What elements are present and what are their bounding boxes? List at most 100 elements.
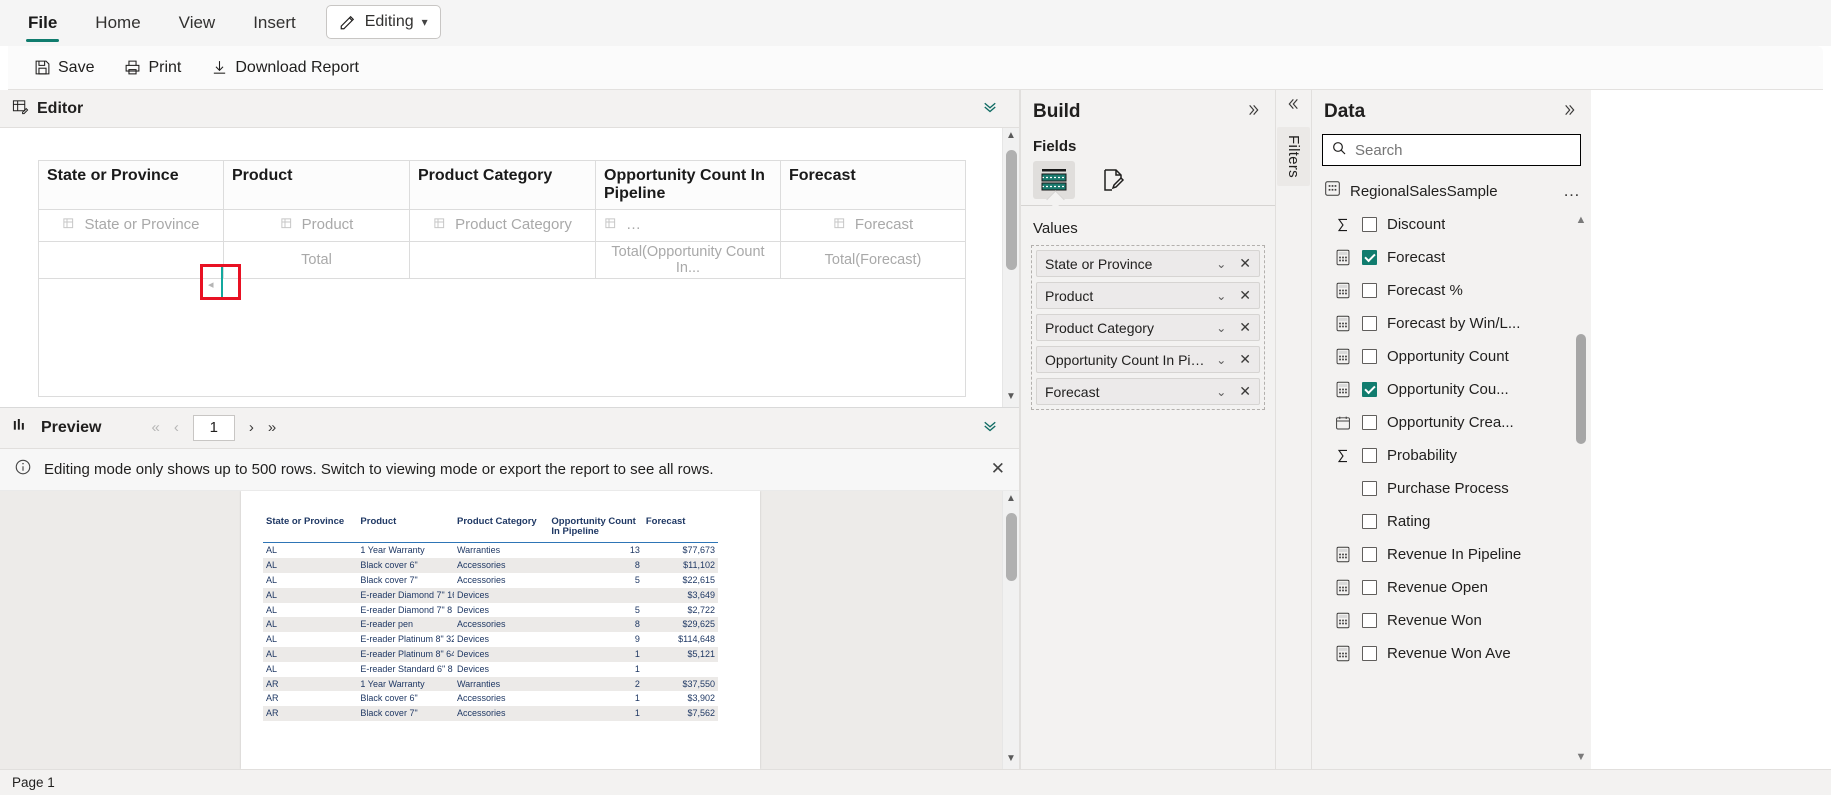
search-box[interactable] bbox=[1322, 134, 1581, 166]
data-vertical-scrollbar[interactable]: ▲ ▼ bbox=[1575, 214, 1587, 763]
print-button[interactable]: Print bbox=[120, 55, 185, 81]
data-field-item[interactable]: Forecast bbox=[1334, 241, 1591, 274]
design-field-cell[interactable]: … bbox=[595, 209, 781, 242]
design-field-cell[interactable]: Product bbox=[223, 209, 410, 242]
data-field-item[interactable]: Forecast % bbox=[1334, 274, 1591, 307]
data-field-item[interactable]: Opportunity Cou... bbox=[1334, 373, 1591, 406]
design-header-cell[interactable]: Product bbox=[223, 160, 410, 210]
data-field-item[interactable]: Opportunity Crea... bbox=[1334, 406, 1591, 439]
remove-field-icon[interactable]: ✕ bbox=[1235, 287, 1255, 304]
build-value-chip[interactable]: State or Province ⌄ ✕ bbox=[1036, 250, 1260, 277]
ribbon-tab-file[interactable]: File bbox=[10, 0, 75, 46]
filters-rail-label[interactable]: Filters bbox=[1277, 127, 1310, 186]
preview-scroll-thumb[interactable] bbox=[1006, 512, 1017, 581]
editor-collapse-icon[interactable] bbox=[979, 98, 1007, 120]
filters-rail[interactable]: Filters bbox=[1275, 90, 1311, 769]
build-value-chip[interactable]: Product Category ⌄ ✕ bbox=[1036, 314, 1260, 341]
data-field-item[interactable]: Rating bbox=[1334, 505, 1591, 538]
design-header-cell[interactable]: State or Province bbox=[38, 160, 224, 210]
design-total-cell[interactable]: Total(Opportunity Count In... bbox=[595, 241, 781, 279]
close-icon[interactable]: ✕ bbox=[991, 459, 1005, 479]
field-checkbox[interactable] bbox=[1362, 283, 1377, 298]
field-checkbox[interactable] bbox=[1362, 481, 1377, 496]
format-paint-icon[interactable] bbox=[1093, 161, 1135, 199]
build-value-chip[interactable]: Forecast ⌄ ✕ bbox=[1036, 378, 1260, 405]
design-total-cell[interactable] bbox=[409, 241, 596, 279]
scroll-up-icon[interactable]: ▲ bbox=[1575, 214, 1587, 226]
editor-scroll-thumb[interactable] bbox=[1006, 150, 1017, 270]
design-field-cell[interactable]: State or Province bbox=[38, 209, 224, 242]
search-input[interactable] bbox=[1355, 141, 1572, 159]
data-scroll-thumb[interactable] bbox=[1576, 334, 1586, 444]
dataset-row[interactable]: RegionalSalesSample … bbox=[1312, 176, 1591, 208]
design-field-cell[interactable]: Forecast bbox=[780, 209, 966, 242]
field-checkbox[interactable] bbox=[1362, 613, 1377, 628]
build-value-chip[interactable]: Product ⌄ ✕ bbox=[1036, 282, 1260, 309]
field-checkbox[interactable] bbox=[1362, 217, 1377, 232]
build-values-well[interactable]: State or Province ⌄ ✕ Product ⌄ ✕ Product Cate… bbox=[1031, 245, 1265, 410]
chevron-down-icon[interactable]: ⌄ bbox=[1211, 353, 1231, 367]
design-header-cell[interactable]: Product Category bbox=[409, 160, 596, 210]
editor-vertical-scrollbar[interactable]: ▲ ▼ bbox=[1002, 128, 1019, 407]
field-checkbox[interactable] bbox=[1362, 646, 1377, 661]
field-checkbox[interactable] bbox=[1362, 415, 1377, 430]
preview-collapse-icon[interactable] bbox=[979, 417, 1007, 439]
download-report-button[interactable]: Download Report bbox=[207, 55, 363, 81]
remove-field-icon[interactable]: ✕ bbox=[1235, 351, 1255, 368]
data-field-item[interactable]: Opportunity Count bbox=[1334, 340, 1591, 373]
design-header-cell[interactable]: Forecast bbox=[780, 160, 966, 210]
design-field-cell[interactable]: Product Category bbox=[409, 209, 596, 242]
data-field-item[interactable]: Revenue Won bbox=[1334, 604, 1591, 637]
chevron-down-icon[interactable]: ⌄ bbox=[1211, 321, 1231, 335]
ribbon-tab-home[interactable]: Home bbox=[77, 0, 158, 46]
design-total-cell[interactable]: Total(Forecast) bbox=[780, 241, 966, 279]
field-checkbox[interactable] bbox=[1362, 250, 1377, 265]
field-checkbox[interactable] bbox=[1362, 514, 1377, 529]
remove-field-icon[interactable]: ✕ bbox=[1235, 319, 1255, 336]
data-field-item[interactable]: Revenue Open bbox=[1334, 571, 1591, 604]
dataset-menu-icon[interactable]: … bbox=[1563, 181, 1581, 201]
design-total-cell[interactable] bbox=[38, 241, 224, 279]
design-table[interactable]: State or Province Product Product Catego… bbox=[38, 160, 966, 397]
remove-field-icon[interactable]: ✕ bbox=[1235, 383, 1255, 400]
remove-field-icon[interactable]: ✕ bbox=[1235, 255, 1255, 272]
preview-page-surface[interactable]: State or Province Product Product Catego… bbox=[241, 490, 760, 769]
data-field-list[interactable]: ▲ ▼ Discount Forecast Forecast % Forecast b… bbox=[1312, 208, 1591, 769]
data-expand-icon[interactable] bbox=[1559, 102, 1579, 123]
data-field-item[interactable]: Revenue In Pipeline bbox=[1334, 538, 1591, 571]
scroll-down-icon[interactable]: ▼ bbox=[1006, 753, 1016, 765]
design-total-cell[interactable]: Total bbox=[223, 241, 410, 279]
chevron-down-icon[interactable]: ⌄ bbox=[1211, 257, 1231, 271]
build-value-chip[interactable]: Opportunity Count In Pipeline ⌄ ✕ bbox=[1036, 346, 1260, 373]
data-field-item[interactable]: Forecast by Win/L... bbox=[1334, 307, 1591, 340]
next-page-button[interactable]: › bbox=[249, 419, 254, 436]
last-page-button[interactable]: » bbox=[268, 419, 276, 436]
scroll-down-icon[interactable]: ▼ bbox=[1575, 751, 1587, 763]
field-checkbox[interactable] bbox=[1362, 349, 1377, 364]
ribbon-tab-insert[interactable]: Insert bbox=[235, 0, 314, 46]
scroll-down-icon[interactable]: ▼ bbox=[1006, 391, 1016, 403]
design-empty-cell[interactable] bbox=[38, 278, 966, 397]
save-button[interactable]: Save bbox=[30, 55, 98, 81]
field-checkbox[interactable] bbox=[1362, 448, 1377, 463]
filters-collapse-icon[interactable] bbox=[1284, 96, 1304, 117]
prev-page-button[interactable]: ‹ bbox=[174, 419, 179, 436]
data-field-item[interactable]: Purchase Process bbox=[1334, 472, 1591, 505]
data-field-item[interactable]: Probability bbox=[1334, 439, 1591, 472]
ribbon-tab-view[interactable]: View bbox=[161, 0, 234, 46]
preview-vertical-scrollbar[interactable]: ▲ ▼ bbox=[1002, 490, 1019, 769]
scroll-up-icon[interactable]: ▲ bbox=[1006, 493, 1016, 505]
editing-mode-button[interactable]: Editing ▾ bbox=[325, 5, 441, 39]
first-page-button[interactable]: « bbox=[151, 419, 159, 436]
field-checkbox[interactable] bbox=[1362, 580, 1377, 595]
page-number-input[interactable] bbox=[192, 414, 235, 441]
build-expand-icon[interactable] bbox=[1243, 102, 1263, 123]
field-checkbox[interactable] bbox=[1362, 316, 1377, 331]
chevron-down-icon[interactable]: ⌄ bbox=[1211, 289, 1231, 303]
scroll-up-icon[interactable]: ▲ bbox=[1006, 130, 1016, 142]
field-checkbox[interactable] bbox=[1362, 382, 1377, 397]
data-field-item[interactable]: Revenue Won Ave bbox=[1334, 637, 1591, 670]
field-checkbox[interactable] bbox=[1362, 547, 1377, 562]
editor-canvas[interactable]: State or Province Product Product Catego… bbox=[0, 128, 1002, 407]
chevron-down-icon[interactable]: ⌄ bbox=[1211, 385, 1231, 399]
